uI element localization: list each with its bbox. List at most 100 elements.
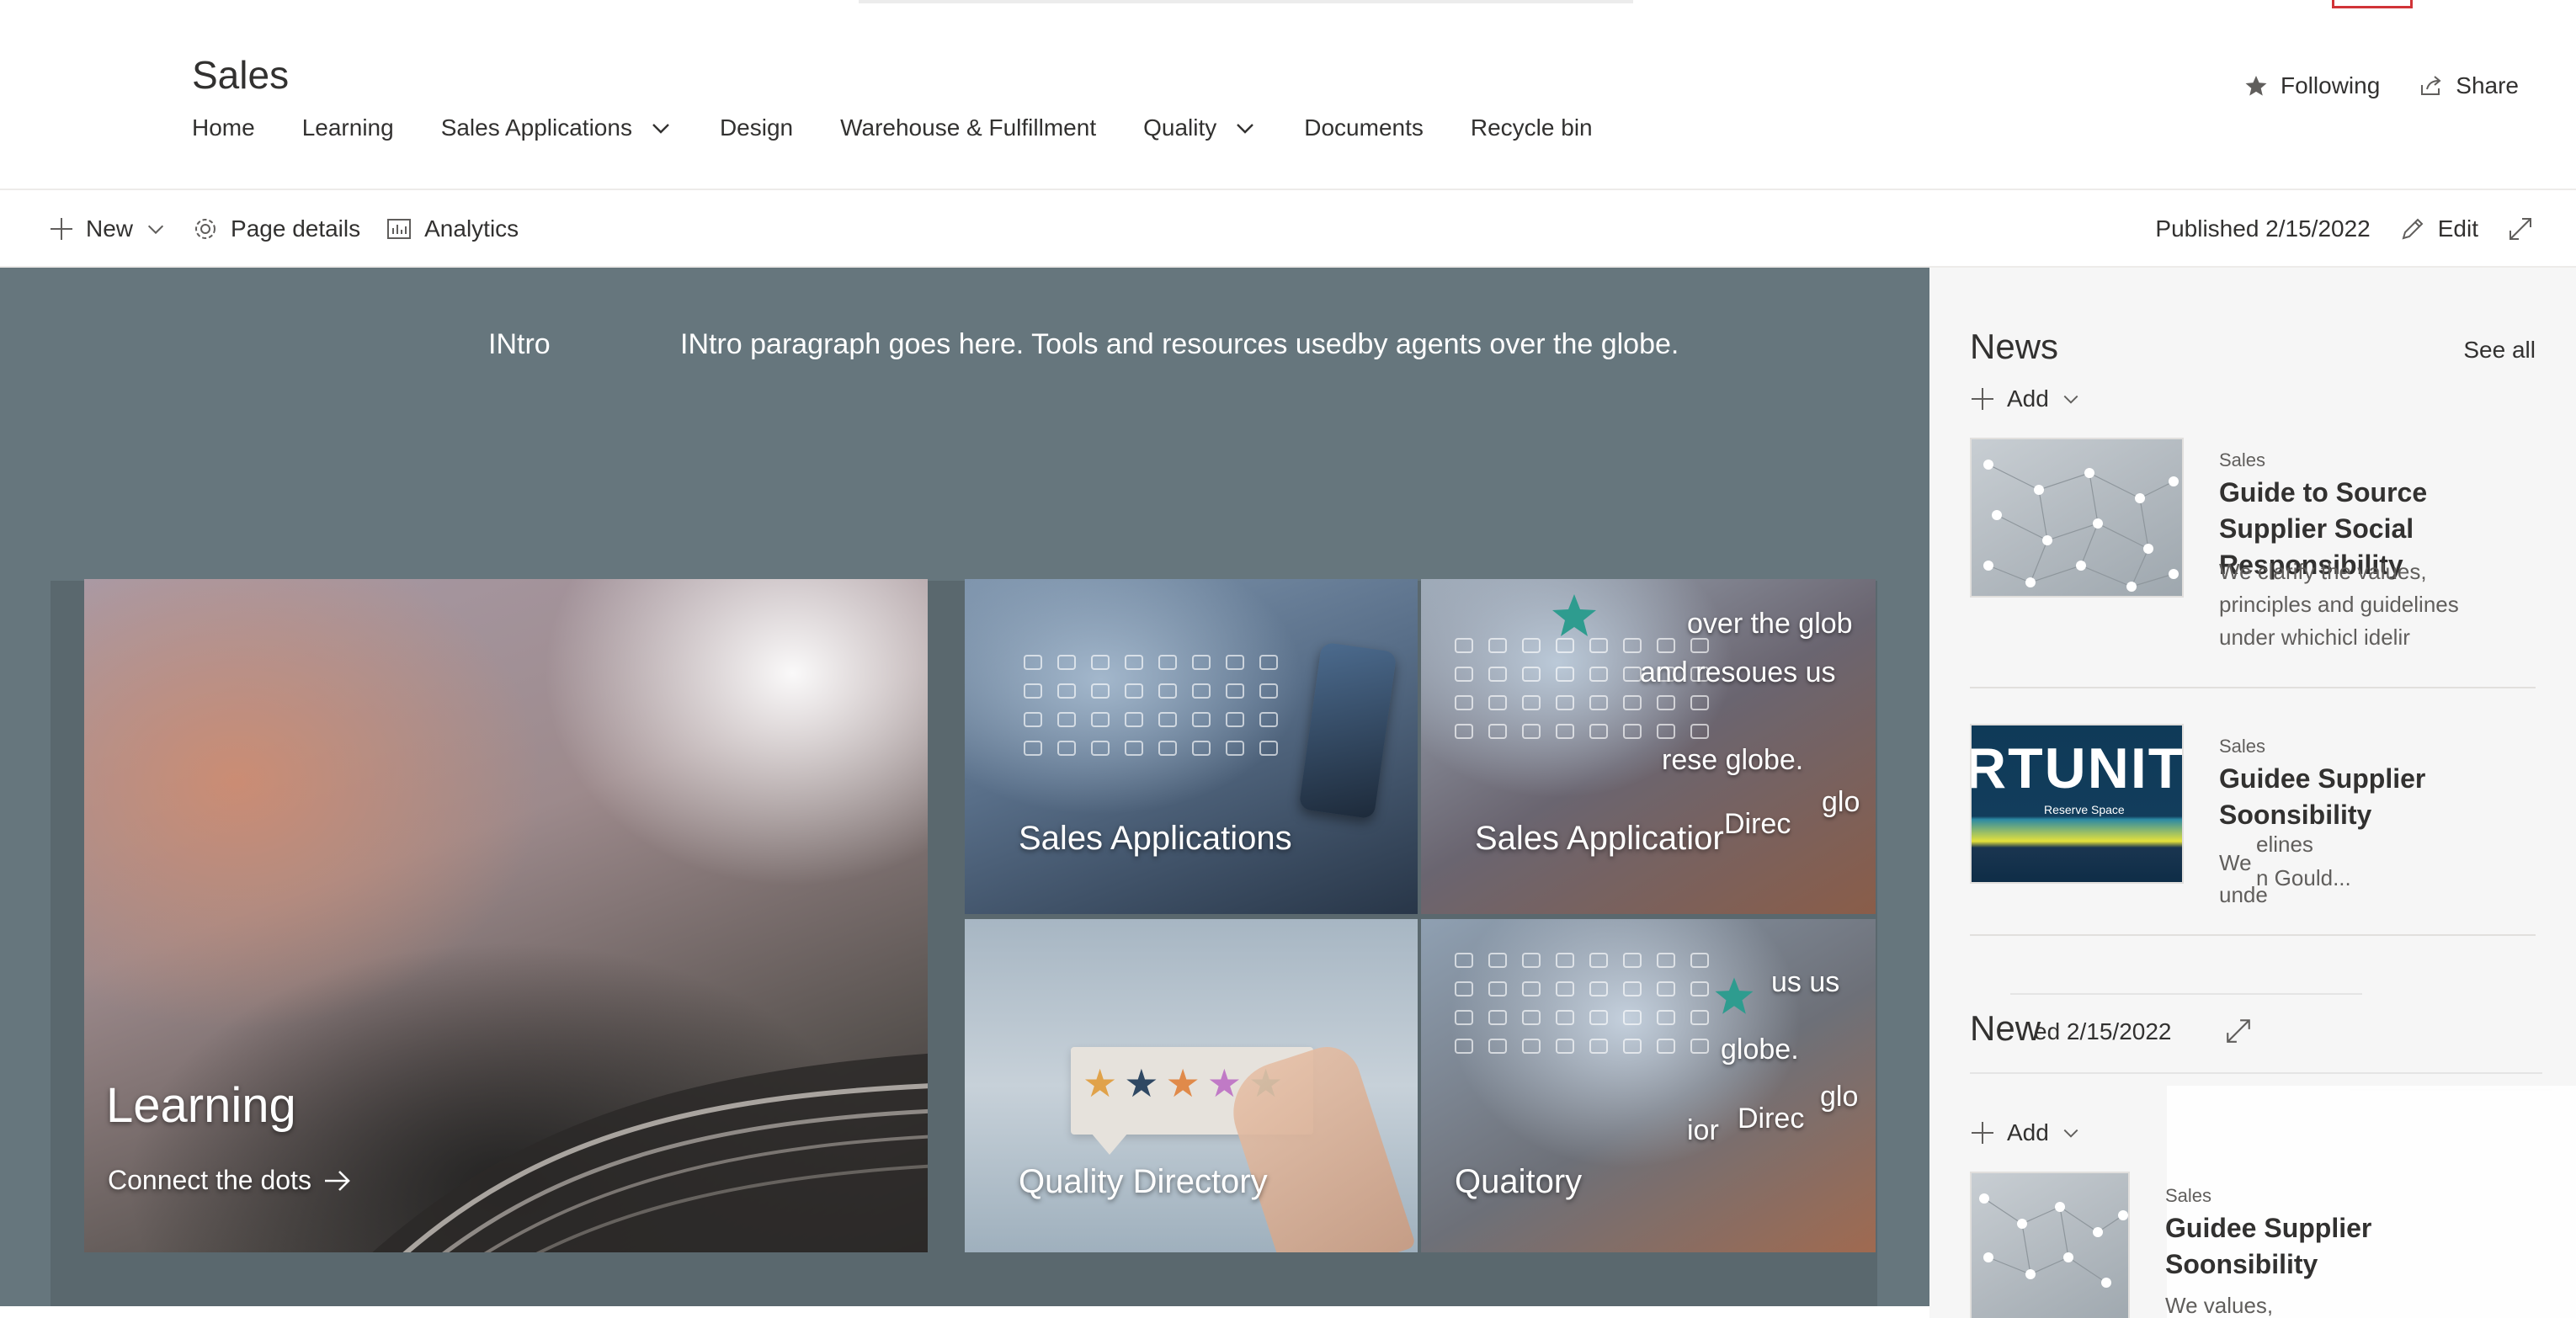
- top-divider: [859, 0, 1633, 3]
- ghost-divider: [1970, 1072, 2542, 1074]
- chevron-down-icon[interactable]: [649, 116, 673, 140]
- nav-item-quality[interactable]: Quality: [1143, 114, 1257, 141]
- share-label: Share: [2456, 72, 2519, 98]
- tile-quality-directory[interactable]: ★ ★ ★ ★ ★ Quality Directory: [965, 919, 1418, 1252]
- tile-learning-title: Learning: [106, 1078, 296, 1133]
- star-icon: ★: [1083, 1061, 1118, 1105]
- tile-sales-applications[interactable]: Sales Applications: [965, 579, 1418, 914]
- nav-label: Design: [719, 114, 794, 141]
- network-people-image: [1979, 1193, 2128, 1288]
- command-bar: New Page details Analytics Published 2/1…: [0, 190, 2576, 268]
- app-icons-image: [1455, 953, 1712, 1054]
- nav-item-documents[interactable]: Documents: [1304, 114, 1424, 141]
- news-divider: [1970, 934, 2536, 936]
- top-red-marker: [2332, 0, 2413, 8]
- arrow-right-icon: [324, 1170, 350, 1191]
- connect-the-dots-label: Connect the dots: [108, 1165, 311, 1195]
- expand-icon[interactable]: [2507, 215, 2534, 242]
- tile-sales-applications-2-title: Sales Applicatior: [1475, 820, 1724, 857]
- intro-paragraph: INtro paragraph goes here. Tools and res…: [680, 328, 1679, 360]
- news-item[interactable]: Sales Guide to Source Supplier Social Re…: [1970, 438, 2536, 673]
- expand-icon[interactable]: [2224, 1017, 2253, 1045]
- news-headline[interactable]: Guidee Supplier Soonsibility: [2219, 761, 2536, 833]
- nav-item-learning[interactable]: Learning: [302, 114, 394, 141]
- nav-label: Recycle bin: [1470, 114, 1593, 141]
- nav-label: Quality: [1143, 114, 1217, 141]
- new-label: New: [86, 215, 134, 242]
- news-thumbnail[interactable]: RTUNITY I Reserve Space: [1970, 724, 2184, 884]
- star-decoration-icon: [1552, 594, 1596, 636]
- app-icons-image: [1024, 655, 1281, 756]
- chevron-down-icon[interactable]: [1233, 116, 1257, 140]
- tile-quaitory[interactable]: us us globe. glo Direc ior Quaitory: [1421, 919, 1876, 1252]
- tile-learning[interactable]: Learning Connect the dots: [84, 579, 928, 1252]
- new-button[interactable]: New: [49, 215, 167, 242]
- nav-label: Documents: [1304, 114, 1424, 141]
- nav-item-home[interactable]: Home: [192, 114, 255, 141]
- published-status: Published 2/15/2022: [2155, 215, 2371, 242]
- site-title[interactable]: Sales: [192, 52, 289, 98]
- connect-the-dots-link[interactable]: Connect the dots: [108, 1165, 352, 1196]
- add-label: Add: [2007, 385, 2049, 412]
- news-title-duplicate: New: [1970, 1008, 2041, 1048]
- news-item[interactable]: RTUNITY I Reserve Space Sales Guidee Sup…: [1970, 724, 2536, 943]
- tile-sales-applications-title: Sales Applications: [1019, 820, 1292, 857]
- edit-button[interactable]: Edit: [2399, 215, 2478, 242]
- news-description-line: principles and guidelines: [2219, 592, 2459, 617]
- site-header: Sales Home Learning Sales Applications D…: [0, 0, 2576, 190]
- news-item[interactable]: Sales Guidee Supplier Soonsibility We va…: [1970, 1172, 2536, 1318]
- news-divider: [1970, 687, 2536, 688]
- news-source: Sales: [2219, 736, 2266, 757]
- news-source: Sales: [2165, 1185, 2212, 1206]
- overlay-text: globe.: [1721, 1034, 1799, 1066]
- news-description-line: under whichicl idelir: [2219, 624, 2410, 650]
- thumbnail-subtext: Reserve Space: [2044, 803, 2125, 816]
- nav-label: Sales Applications: [440, 114, 632, 141]
- news-description: We elines unde n Gould...: [2219, 832, 2497, 911]
- analytics-label: Analytics: [424, 215, 519, 242]
- overlay-text: Direc: [1724, 808, 1791, 840]
- following-button[interactable]: Following: [2243, 72, 2380, 99]
- chevron-down-icon: [2063, 1129, 2078, 1138]
- intro-label: INtro: [488, 328, 551, 360]
- page-details-label: Page details: [231, 215, 361, 242]
- add-label: Add: [2007, 1119, 2049, 1145]
- overlay-text: glo: [1820, 1081, 1859, 1113]
- news-thumbnail[interactable]: [1970, 438, 2184, 598]
- analytics-button[interactable]: Analytics: [386, 215, 519, 242]
- overlay-text: glo: [1822, 786, 1860, 818]
- star-icon: ★: [1124, 1061, 1159, 1105]
- share-button[interactable]: Share: [2419, 72, 2519, 99]
- nav-item-warehouse[interactable]: Warehouse & Fulfillment: [840, 114, 1096, 141]
- nav-item-recycle-bin[interactable]: Recycle bin: [1471, 114, 1593, 141]
- tile-sales-applications-2[interactable]: over the glob and resoues us rese globe.…: [1421, 579, 1876, 914]
- news-description-fragment: n Gould...: [2256, 865, 2351, 890]
- add-news-button[interactable]: Add: [1970, 1119, 2081, 1146]
- rating-card-tail: [1091, 1133, 1128, 1155]
- plus-icon: [1972, 1122, 1993, 1144]
- following-label: Following: [2281, 72, 2381, 98]
- news-web-part: News See all Add Sales Guide to Source S…: [1929, 268, 2576, 1318]
- news-description-fragment: We: [2219, 850, 2252, 875]
- pencil-icon: [2402, 218, 2424, 240]
- star-icon: [2245, 76, 2267, 96]
- nav-item-design[interactable]: Design: [720, 114, 793, 141]
- add-news-button[interactable]: Add: [1970, 385, 2081, 412]
- plus-icon: [51, 218, 72, 240]
- nav-item-sales-applications[interactable]: Sales Applications: [441, 114, 673, 141]
- news-headline[interactable]: Guidee Supplier Soonsibility: [2165, 1210, 2482, 1283]
- ghost-divider: [2010, 993, 2362, 995]
- see-all-link[interactable]: See all: [2463, 337, 2536, 364]
- overlay-text: over the glob: [1687, 608, 1853, 640]
- header-actions: Following Share: [2243, 72, 2519, 99]
- page-details-button[interactable]: Page details: [192, 215, 360, 242]
- share-icon: [2421, 76, 2441, 95]
- nav-label: Warehouse & Fulfillment: [840, 114, 1097, 141]
- plus-icon: [1972, 388, 1993, 410]
- news-description: We clarify the values, principles and gu…: [2219, 555, 2497, 654]
- network-people-image: [1983, 460, 2179, 592]
- news-thumbnail[interactable]: [1970, 1172, 2130, 1318]
- news-title: News: [1970, 327, 2059, 366]
- published-status-duplicate: ed 2/15/2022: [2034, 1018, 2172, 1044]
- tile-quaitory-title: Quaitory: [1455, 1163, 1583, 1200]
